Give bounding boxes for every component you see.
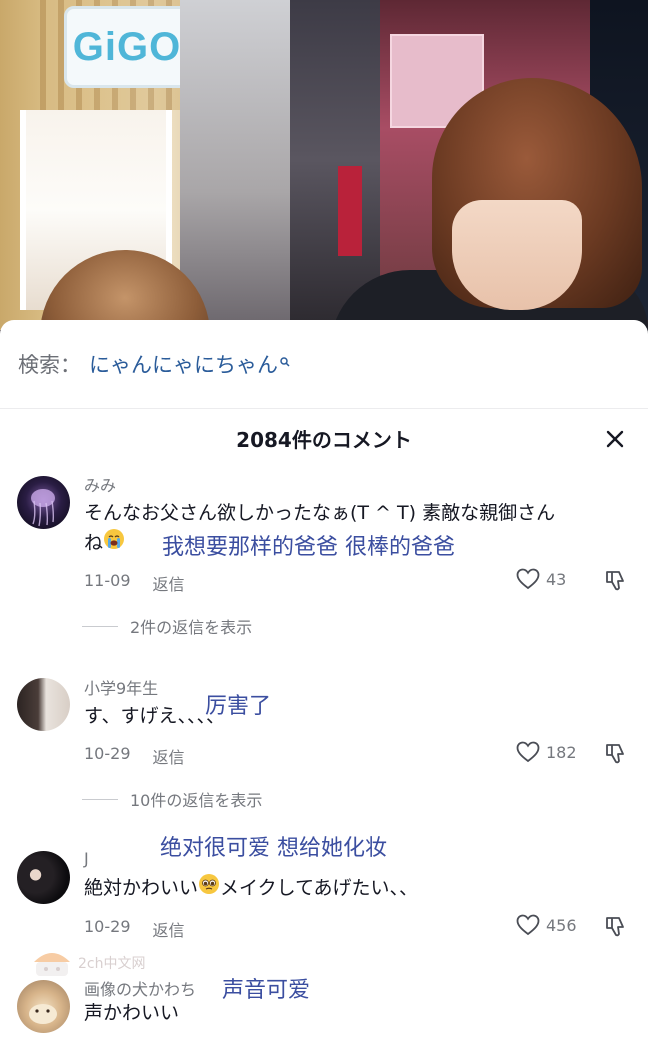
man-face xyxy=(452,200,582,310)
dog-image xyxy=(29,1004,57,1024)
loudly-crying-face-emoji xyxy=(103,528,125,559)
reply-button[interactable]: 返信 xyxy=(153,744,185,768)
watermark-logo-icon xyxy=(34,953,70,976)
view-replies-button[interactable]: 2件の返信を表示 xyxy=(82,614,252,638)
avatar[interactable] xyxy=(17,476,70,529)
thumbs-down-icon[interactable] xyxy=(604,914,628,938)
comment-text: 声かわいい xyxy=(84,1002,180,1024)
comment-text: す、すげえ、、、、 xyxy=(84,705,225,727)
like-count: 43 xyxy=(546,569,567,589)
comment-text: 絶対かわいい メイクしてあげたい、、 xyxy=(84,873,632,904)
like-count: 456 xyxy=(546,915,577,935)
comment-username[interactable]: 小学9年生 xyxy=(84,675,158,699)
dislike-button[interactable] xyxy=(604,741,628,769)
pleading-face-emoji xyxy=(198,873,220,904)
close-icon[interactable] xyxy=(605,429,625,449)
reply-button[interactable]: 返信 xyxy=(153,917,185,941)
avatar[interactable] xyxy=(17,980,70,1033)
comment-meta: 10-29 返信 xyxy=(84,744,185,768)
heart-outline-icon[interactable] xyxy=(516,568,540,590)
comment-date: 11-09 xyxy=(84,571,131,590)
red-banner xyxy=(338,166,362,256)
view-replies-label[interactable]: 10件の返信を表示 xyxy=(130,787,262,811)
like-count: 182 xyxy=(546,742,577,762)
view-replies-button[interactable]: 10件の返信を表示 xyxy=(82,787,262,811)
thumbs-down-icon[interactable] xyxy=(604,741,628,765)
comment-count-title: 2084件のコメント xyxy=(236,428,412,452)
gigo-store-sign: GiGO xyxy=(64,6,190,88)
building-middle xyxy=(180,0,300,320)
comment-meta: 11-09 返信 xyxy=(84,571,185,595)
comment-username[interactable]: みみ xyxy=(84,472,116,496)
avatar[interactable] xyxy=(17,678,70,731)
like-button[interactable]: 456 xyxy=(516,914,577,936)
dislike-button[interactable] xyxy=(604,568,628,596)
translation-overlay: 我想要那样的爸爸 很棒的爸爸 xyxy=(162,535,455,560)
watermark: 2ch中文网 xyxy=(30,946,145,980)
avatar[interactable] xyxy=(17,851,70,904)
search-label: 検索： xyxy=(18,353,81,377)
translation-overlay: 绝对很可爱 想给她化妆 xyxy=(160,836,387,861)
like-button[interactable]: 182 xyxy=(516,741,577,763)
search-term-link[interactable]: にゃんにゃにちゃん xyxy=(89,349,278,379)
close-button[interactable] xyxy=(600,424,630,454)
like-button[interactable]: 43 xyxy=(516,568,566,590)
jellyfish-image xyxy=(31,489,55,527)
watermark-text: 2ch中文网 xyxy=(78,956,146,972)
search-suggestion[interactable]: 検索： にゃんにゃにちゃん xyxy=(18,342,290,386)
heart-outline-icon[interactable] xyxy=(516,914,540,936)
comment-date: 10-29 xyxy=(84,917,131,936)
video-background[interactable]: GiGO xyxy=(0,0,648,340)
divider xyxy=(0,408,648,409)
search-icon[interactable] xyxy=(280,348,290,367)
thumbs-down-icon[interactable] xyxy=(604,568,628,592)
reply-button[interactable]: 返信 xyxy=(153,571,185,595)
heart-outline-icon[interactable] xyxy=(516,741,540,763)
view-replies-label[interactable]: 2件の返信を表示 xyxy=(130,614,252,638)
comment-username[interactable]: J xyxy=(84,849,89,868)
comment-username[interactable]: 画像の犬かわち xyxy=(84,976,196,1000)
comment-meta: 10-29 返信 xyxy=(84,917,185,941)
comment-date: 10-29 xyxy=(84,744,131,763)
dislike-button[interactable] xyxy=(604,914,628,942)
